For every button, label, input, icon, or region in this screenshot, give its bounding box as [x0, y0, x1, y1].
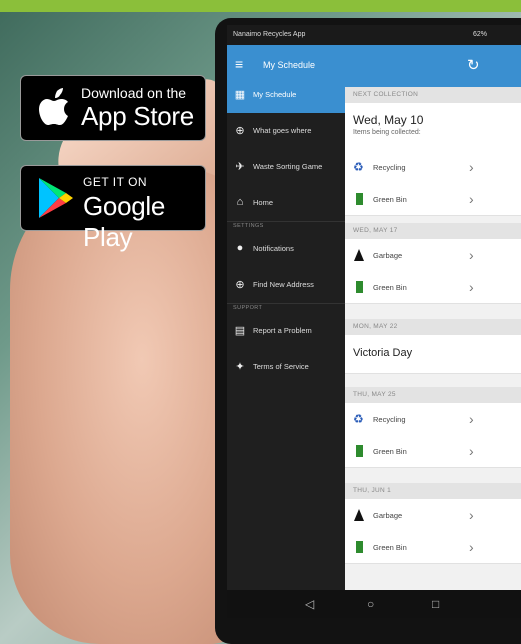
- section-header-text: THU, JUN 1: [353, 487, 392, 494]
- section-header-text: MON, MAY 22: [353, 323, 398, 330]
- app-store-big-text: App Store: [81, 101, 194, 131]
- drawer-item-label: Waste Sorting Game: [253, 162, 323, 171]
- drawer-item-report-a-problem[interactable]: ▤ Report a Problem: [227, 313, 345, 349]
- drawer-item-terms-of-service[interactable]: ✦ Terms of Service: [227, 349, 345, 385]
- drawer-divider: [227, 303, 345, 304]
- google-play-big-text: Google Play: [83, 191, 166, 252]
- drawer-item-label: My Schedule: [253, 90, 297, 99]
- navigation-drawer: ▦ My Schedule ⊕ What goes where ✈ Waste …: [227, 77, 345, 590]
- chevron-right-icon: ›: [469, 411, 474, 427]
- apple-logo-icon: [39, 88, 68, 125]
- next-collection-date: Wed, May 10: [353, 113, 424, 127]
- chevron-right-icon: ›: [469, 443, 474, 459]
- list-item-label: Green Bin: [373, 543, 407, 552]
- holiday-card: Victoria Day: [345, 335, 521, 374]
- next-collection-subtitle: Items being collected:: [353, 129, 421, 136]
- green-bin-icon: [353, 192, 365, 206]
- list-item-label: Recycling: [373, 415, 406, 424]
- section-header-text: WED, MAY 17: [353, 227, 398, 234]
- android-nav-bar: ◁ ○ □: [227, 590, 521, 618]
- holiday-name: Victoria Day: [353, 347, 413, 359]
- chevron-right-icon: ›: [469, 507, 474, 523]
- section-header-text: THU, MAY 25: [353, 391, 396, 398]
- list-item-recycling[interactable]: ♻ Recycling ›: [345, 151, 521, 184]
- green-bin-icon: [353, 280, 365, 294]
- list-item-green-bin[interactable]: Green Bin ›: [345, 183, 521, 216]
- refresh-icon[interactable]: ↻: [467, 56, 480, 74]
- drawer-item-notifications[interactable]: ● Notifications: [227, 231, 345, 267]
- green-bin-icon: [353, 444, 365, 458]
- app-store-small-text: Download on the: [81, 85, 187, 101]
- list-item-label: Green Bin: [373, 447, 407, 456]
- calendar-icon: ▦: [234, 89, 246, 101]
- list-item-recycling[interactable]: ♻ Recycling ›: [345, 403, 521, 436]
- list-item-green-bin[interactable]: Green Bin ›: [345, 435, 521, 468]
- drawer-item-home[interactable]: ⌂ Home: [227, 185, 345, 221]
- drawer-item-label: Home: [253, 198, 274, 207]
- drawer-item-find-new-address[interactable]: ⊕ Find New Address: [227, 267, 345, 303]
- drawer-item-label: Notifications: [253, 244, 294, 253]
- list-item-label: Green Bin: [373, 195, 407, 204]
- drawer-item-label: Find New Address: [253, 280, 314, 289]
- drawer-item-waste-sorting-game[interactable]: ✈ Waste Sorting Game: [227, 149, 345, 185]
- chevron-right-icon: ›: [469, 279, 474, 295]
- date-header: WED, MAY 17: [345, 223, 521, 239]
- date-header: MON, MAY 22: [345, 319, 521, 335]
- home-nav-icon[interactable]: ○: [367, 597, 374, 611]
- back-icon[interactable]: ◁: [305, 597, 314, 611]
- google-play-small-text: GET IT ON: [83, 175, 148, 189]
- top-banner-band: [0, 0, 521, 12]
- app-screen: Nanaimo Recycles App 62% ≡ My Schedule ↻…: [227, 25, 521, 590]
- section-header-text: NEXT COLLECTION: [353, 91, 419, 98]
- handshake-icon: ✦: [235, 361, 245, 373]
- green-bin-icon: [353, 540, 365, 554]
- search-icon: ⊕: [235, 125, 245, 137]
- garbage-icon: [353, 508, 365, 522]
- chevron-right-icon: ›: [469, 539, 474, 555]
- search-icon: ⊕: [235, 279, 245, 291]
- list-item-garbage[interactable]: Garbage ›: [345, 239, 521, 272]
- list-item-label: Recycling: [373, 163, 406, 172]
- chevron-right-icon: ›: [469, 191, 474, 207]
- recycling-icon: ♻: [353, 160, 364, 174]
- drawer-section-support: SUPPORT: [233, 305, 263, 311]
- next-collection-card: Wed, May 10 Items being collected:: [345, 103, 521, 152]
- list-item-label: Green Bin: [373, 283, 407, 292]
- chevron-right-icon: ›: [469, 159, 474, 175]
- drawer-divider: [227, 221, 345, 222]
- drawer-item-my-schedule[interactable]: ▦ My Schedule: [227, 77, 345, 113]
- battery-level: 62%: [472, 31, 487, 38]
- date-header: THU, MAY 25: [345, 387, 521, 403]
- drawer-item-label: Report a Problem: [253, 326, 312, 335]
- status-app-name: Nanaimo Recycles App: [233, 31, 306, 38]
- drawer-item-label: What goes where: [253, 126, 312, 135]
- list-item-label: Garbage: [373, 511, 403, 520]
- google-play-logo-icon: [39, 178, 73, 218]
- garbage-icon: [353, 248, 365, 262]
- list-item-garbage[interactable]: Garbage ›: [345, 499, 521, 532]
- app-bar-title: My Schedule: [263, 60, 316, 70]
- bell-icon: ●: [236, 242, 244, 254]
- drawer-section-settings: SETTINGS: [233, 223, 264, 229]
- app-store-badge[interactable]: Download on the App Store: [20, 75, 206, 141]
- report-icon: ▤: [234, 325, 246, 337]
- status-bar: Nanaimo Recycles App 62%: [227, 25, 521, 45]
- google-play-badge[interactable]: GET IT ON Google Play: [20, 165, 206, 252]
- schedule-list: NEXT COLLECTION Wed, May 10 Items being …: [345, 87, 521, 590]
- list-item-label: Garbage: [373, 251, 403, 260]
- list-item-green-bin[interactable]: Green Bin ›: [345, 271, 521, 304]
- recent-apps-icon[interactable]: □: [432, 597, 439, 611]
- list-item-green-bin[interactable]: Green Bin ›: [345, 531, 521, 564]
- date-header: THU, JUN 1: [345, 483, 521, 499]
- drawer-item-what-goes-where[interactable]: ⊕ What goes where: [227, 113, 345, 149]
- drawer-item-label: Terms of Service: [253, 362, 309, 371]
- next-collection-header: NEXT COLLECTION: [345, 87, 521, 103]
- chevron-right-icon: ›: [469, 247, 474, 263]
- gamepad-icon: ✈: [235, 161, 245, 173]
- recycling-icon: ♻: [353, 412, 364, 426]
- hamburger-menu-icon[interactable]: ≡: [235, 57, 249, 71]
- home-icon: ⌂: [236, 196, 244, 208]
